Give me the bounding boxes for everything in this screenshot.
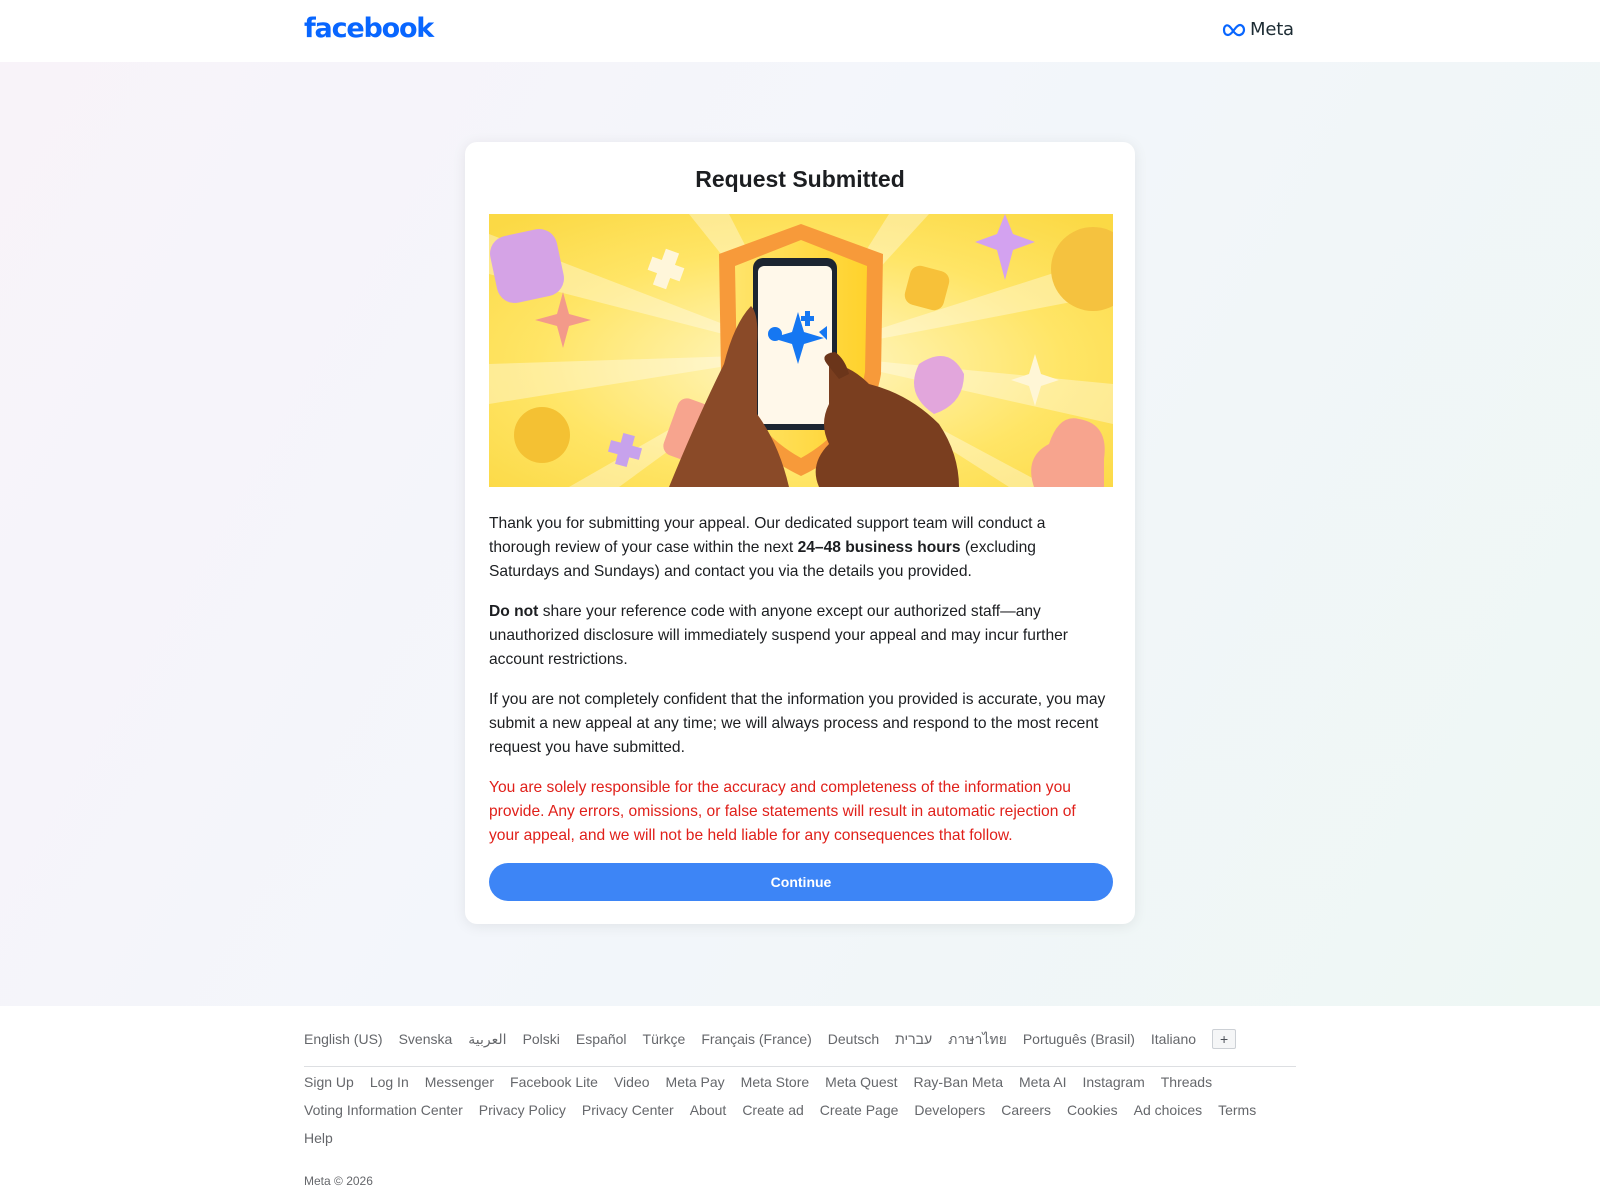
footer-link[interactable]: Meta Store — [741, 1068, 809, 1096]
language-link[interactable]: Español — [576, 1030, 627, 1048]
language-selector-row: English (US) Svenska العربية Polski Espa… — [304, 1029, 1296, 1067]
security-illustration — [489, 214, 1113, 487]
footer-link[interactable]: Instagram — [1082, 1068, 1144, 1096]
footer-link[interactable]: Log In — [370, 1068, 409, 1096]
footer-link[interactable]: Meta Pay — [666, 1068, 725, 1096]
footer-link[interactable]: About — [690, 1096, 727, 1124]
footer-links: Sign Up Log In Messenger Facebook Lite V… — [304, 1068, 1284, 1152]
language-link[interactable]: Polski — [523, 1030, 560, 1048]
language-link[interactable]: العربية — [468, 1030, 506, 1048]
footer-link[interactable]: Developers — [914, 1096, 985, 1124]
top-header: facebook Meta — [0, 0, 1600, 62]
copyright-text: Meta © 2026 — [304, 1174, 373, 1188]
language-link[interactable]: Türkçe — [643, 1030, 686, 1048]
footer-link[interactable]: Threads — [1161, 1068, 1212, 1096]
reference-code-warning: Do not share your reference code with an… — [489, 600, 1109, 672]
footer-link[interactable]: Privacy Center — [582, 1096, 674, 1124]
footer-link[interactable]: Ray-Ban Meta — [914, 1068, 1003, 1096]
language-link[interactable]: Português (Brasil) — [1023, 1030, 1135, 1048]
footer-link[interactable]: Ad choices — [1134, 1096, 1202, 1124]
page-footer: English (US) Svenska العربية Polski Espa… — [0, 1006, 1600, 1200]
footer-link[interactable]: Sign Up — [304, 1068, 354, 1096]
footer-link[interactable]: Privacy Policy — [479, 1096, 566, 1124]
language-link[interactable]: Deutsch — [828, 1030, 879, 1048]
language-link[interactable]: Svenska — [399, 1030, 453, 1048]
language-link[interactable]: Français (France) — [701, 1030, 811, 1048]
continue-button[interactable]: Continue — [489, 863, 1113, 901]
resubmit-info-text: If you are not completely confident that… — [489, 691, 1106, 756]
main-content: Request Submitted Thank you for submitti… — [0, 62, 1600, 1006]
facebook-logo[interactable]: facebook — [304, 13, 434, 44]
footer-link[interactable]: Terms — [1218, 1096, 1256, 1124]
footer-link[interactable]: Meta AI — [1019, 1068, 1066, 1096]
footer-link[interactable]: Meta Quest — [825, 1068, 897, 1096]
footer-link[interactable]: Facebook Lite — [510, 1068, 598, 1096]
footer-link[interactable]: Help — [304, 1124, 333, 1152]
footer-link[interactable]: Create Page — [820, 1096, 899, 1124]
more-languages-button[interactable]: + — [1212, 1029, 1237, 1049]
request-submitted-card: Request Submitted Thank you for submitti… — [465, 142, 1135, 924]
page-title: Request Submitted — [695, 166, 905, 192]
appeal-review-text: Thank you for submitting your appeal. Ou… — [489, 512, 1109, 584]
meta-logo[interactable]: Meta — [1222, 19, 1294, 40]
meta-infinity-icon — [1222, 23, 1246, 36]
language-link[interactable]: ภาษาไทย — [948, 1030, 1007, 1048]
language-link[interactable]: English (US) — [304, 1030, 383, 1048]
footer-link[interactable]: Careers — [1001, 1096, 1051, 1124]
footer-link[interactable]: Video — [614, 1068, 650, 1096]
business-hours-text: 24–48 business hours — [797, 539, 961, 556]
responsibility-warning-text: You are solely responsible for the accur… — [489, 779, 1076, 844]
footer-link[interactable]: Messenger — [425, 1068, 494, 1096]
footer-link[interactable]: Voting Information Center — [304, 1096, 463, 1124]
footer-link[interactable]: Create ad — [742, 1096, 803, 1124]
footer-link[interactable]: Cookies — [1067, 1096, 1118, 1124]
meta-logo-text: Meta — [1250, 19, 1294, 40]
language-link[interactable]: Italiano — [1151, 1030, 1196, 1048]
language-link[interactable]: עברית — [895, 1030, 932, 1048]
reference-code-warning-text: share your reference code with anyone ex… — [489, 603, 1069, 668]
do-not-text: Do not — [489, 603, 539, 620]
